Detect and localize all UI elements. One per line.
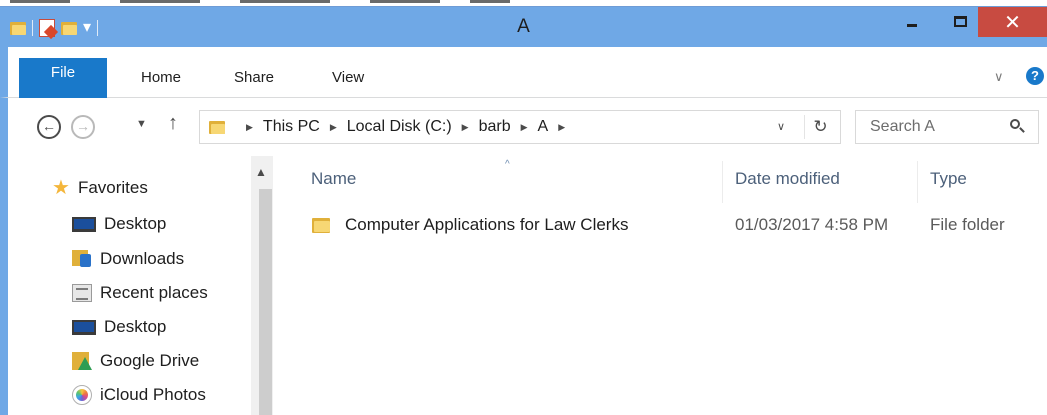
address-bar[interactable]: ▶ This PC ▶ Local Disk (C:) ▶ barb ▶ A ▶…: [199, 110, 841, 144]
tab-view[interactable]: View: [332, 47, 364, 98]
background-text-fragment: [470, 0, 510, 3]
chevron-right-icon[interactable]: ▶: [558, 122, 565, 133]
tab-file[interactable]: File: [19, 58, 107, 98]
navigation-pane: ★ Favorites Desktop Downloads Recent pla…: [0, 156, 275, 415]
nav-item-google-drive[interactable]: Google Drive: [72, 346, 199, 376]
nav-item-label: Google Drive: [100, 351, 200, 370]
tab-home[interactable]: Home: [141, 47, 181, 98]
column-header-date-modified[interactable]: Date modified: [735, 169, 840, 189]
nav-item-label: Favorites: [77, 178, 148, 197]
navigation-bar: ← → ▼ ↑ ▶ This PC ▶ Local Disk (C:) ▶ ba…: [0, 98, 1047, 156]
back-button[interactable]: ←: [37, 115, 61, 139]
background-text-fragment: [120, 0, 200, 3]
chevron-right-icon[interactable]: ▶: [521, 122, 528, 133]
forward-button[interactable]: →: [71, 115, 95, 139]
help-icon[interactable]: ?: [1026, 67, 1044, 85]
file-type: File folder: [930, 215, 1005, 234]
ribbon: File Home Share View ∨ ?: [0, 47, 1047, 98]
breadcrumb-local-disk[interactable]: Local Disk (C:): [347, 118, 452, 136]
scroll-up-icon[interactable]: ▲: [255, 165, 267, 179]
downloads-icon: [72, 250, 92, 268]
search-icon[interactable]: [1009, 118, 1025, 134]
table-row[interactable]: Computer Applications for Law Clerks 01/…: [308, 210, 1038, 240]
icloud-photos-icon: [72, 385, 92, 405]
google-drive-icon: [72, 352, 92, 370]
sort-ascending-icon: ^: [505, 159, 510, 170]
recent-locations-icon[interactable]: ▼: [136, 118, 147, 130]
desktop-icon: [72, 216, 96, 232]
close-icon: ✕: [1004, 11, 1021, 34]
nav-item-label: Desktop: [104, 214, 167, 233]
breadcrumb-this-pc[interactable]: This PC: [263, 118, 320, 136]
nav-item-favorites[interactable]: ★ Favorites: [52, 173, 148, 203]
background-text-fragment: [10, 0, 70, 3]
up-button[interactable]: ↑: [168, 112, 178, 135]
maximize-button[interactable]: [938, 7, 982, 35]
background-text-fragment: [370, 0, 440, 3]
nav-item-downloads[interactable]: Downloads: [72, 244, 184, 274]
nav-item-label: iCloud Photos: [100, 385, 206, 404]
file-date-modified: 01/03/2017 4:58 PM: [735, 215, 889, 234]
nav-item-recent-places[interactable]: Recent places: [72, 278, 208, 308]
chevron-right-icon[interactable]: ▶: [462, 122, 469, 133]
folder-icon: [312, 217, 330, 233]
nav-item-desktop[interactable]: Desktop: [72, 209, 166, 239]
column-divider[interactable]: [917, 161, 918, 203]
title-bar[interactable]: ▾ A ✕: [0, 7, 1047, 47]
nav-item-label: Desktop: [104, 317, 167, 336]
column-header-name[interactable]: Name: [311, 169, 356, 189]
desktop-icon: [72, 319, 96, 335]
minimize-icon: [907, 23, 917, 27]
chevron-right-icon[interactable]: ▶: [330, 122, 337, 133]
folder-icon: [209, 120, 225, 134]
nav-item-label: Recent places: [100, 283, 208, 302]
search-placeholder: Search A: [870, 118, 935, 135]
tab-share[interactable]: Share: [234, 47, 274, 98]
nav-item-desktop-2[interactable]: Desktop: [72, 312, 166, 342]
nav-item-label: Downloads: [100, 249, 185, 268]
file-name[interactable]: Computer Applications for Law Clerks: [345, 215, 628, 235]
expand-ribbon-icon[interactable]: ∨: [994, 69, 1004, 85]
breadcrumb-a[interactable]: A: [538, 118, 549, 136]
background-text-fragment: [240, 0, 330, 3]
scrollbar-thumb[interactable]: [259, 189, 272, 415]
breadcrumb-barb[interactable]: barb: [479, 118, 511, 136]
nav-item-icloud-photos[interactable]: iCloud Photos: [72, 380, 206, 410]
breadcrumb: ▶ This PC ▶ Local Disk (C:) ▶ barb ▶ A ▶: [236, 111, 575, 143]
column-header-type[interactable]: Type: [930, 169, 967, 189]
file-list: ^ Name Date modified Type Computer Appli…: [275, 156, 1047, 415]
maximize-icon: [953, 15, 967, 27]
minimize-button[interactable]: [890, 7, 934, 35]
column-divider[interactable]: [722, 161, 723, 203]
star-icon: ★: [52, 177, 70, 199]
close-button[interactable]: ✕: [978, 7, 1047, 37]
recent-places-icon: [72, 284, 92, 302]
search-input[interactable]: Search A: [855, 110, 1039, 144]
refresh-icon[interactable]: ↻: [804, 115, 836, 139]
chevron-right-icon[interactable]: ▶: [246, 122, 253, 133]
background-window-strip: [0, 0, 1047, 7]
address-history-icon[interactable]: ∨: [777, 120, 785, 133]
